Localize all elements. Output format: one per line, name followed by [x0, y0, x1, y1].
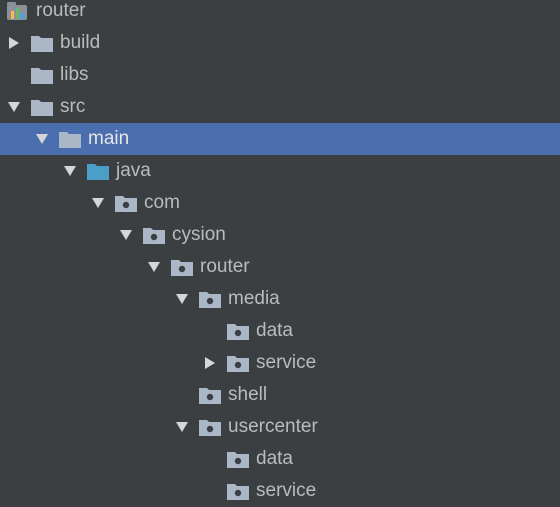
collapse-arrow-icon[interactable]	[62, 163, 78, 179]
tree-row-label: cysion	[172, 224, 226, 245]
tree-row-label: com	[144, 192, 180, 213]
tree-row-label: build	[60, 32, 101, 53]
collapse-arrow-icon[interactable]	[174, 291, 190, 307]
tree-row-com[interactable]: com	[0, 187, 560, 219]
package-icon	[198, 417, 222, 437]
tree-row-shell[interactable]: shell	[0, 379, 560, 411]
tree-row-label: libs	[60, 64, 89, 85]
tree-row-java[interactable]: java	[0, 155, 560, 187]
expand-arrow-icon[interactable]	[202, 355, 218, 371]
package-icon	[226, 353, 250, 373]
tree-row-usercenter-data[interactable]: data	[0, 443, 560, 475]
folder-icon	[30, 33, 54, 53]
collapse-arrow-icon[interactable]	[6, 99, 22, 115]
tree-row-label: service	[256, 352, 317, 373]
package-icon	[142, 225, 166, 245]
tree-row-label: router	[36, 0, 86, 21]
tree-row-label: media	[228, 288, 280, 309]
tree-row-libs[interactable]: libs	[0, 59, 560, 91]
tree-row-label: data	[256, 448, 293, 469]
tree-row-router[interactable]: router	[0, 251, 560, 283]
tree-row-root-router[interactable]: router	[0, 0, 560, 27]
tree-row-label: service	[256, 480, 317, 501]
tree-row-label: router	[200, 256, 250, 277]
package-icon	[226, 481, 250, 501]
package-icon	[226, 321, 250, 341]
collapse-arrow-icon[interactable]	[90, 195, 106, 211]
expand-arrow-icon[interactable]	[6, 35, 22, 51]
package-icon	[170, 257, 194, 277]
tree-row-usercenter[interactable]: usercenter	[0, 411, 560, 443]
source-folder-icon	[86, 161, 110, 181]
project-tree: router build libs src main java com cysi…	[0, 0, 560, 506]
package-icon	[198, 385, 222, 405]
tree-row-build[interactable]: build	[0, 27, 560, 59]
module-icon	[6, 0, 30, 22]
collapse-arrow-icon[interactable]	[118, 227, 134, 243]
folder-icon	[30, 65, 54, 85]
folder-icon	[30, 97, 54, 117]
tree-row-label: main	[88, 128, 130, 149]
tree-row-label: java	[116, 160, 151, 181]
tree-row-src[interactable]: src	[0, 91, 560, 123]
package-icon	[198, 289, 222, 309]
tree-row-label: data	[256, 320, 293, 341]
tree-row-media-data[interactable]: data	[0, 315, 560, 347]
tree-row-media-service[interactable]: service	[0, 347, 560, 379]
package-icon	[114, 193, 138, 213]
tree-row-label: shell	[228, 384, 268, 405]
collapse-arrow-icon[interactable]	[174, 419, 190, 435]
tree-row-media[interactable]: media	[0, 283, 560, 315]
collapse-arrow-icon[interactable]	[34, 131, 50, 147]
tree-row-label: usercenter	[228, 416, 318, 437]
folder-icon	[58, 129, 82, 149]
tree-row-cysion[interactable]: cysion	[0, 219, 560, 251]
package-icon	[226, 449, 250, 469]
tree-row-main[interactable]: main	[0, 123, 560, 155]
tree-row-usercenter-service[interactable]: service	[0, 475, 560, 507]
tree-row-label: src	[60, 96, 86, 117]
collapse-arrow-icon[interactable]	[146, 259, 162, 275]
